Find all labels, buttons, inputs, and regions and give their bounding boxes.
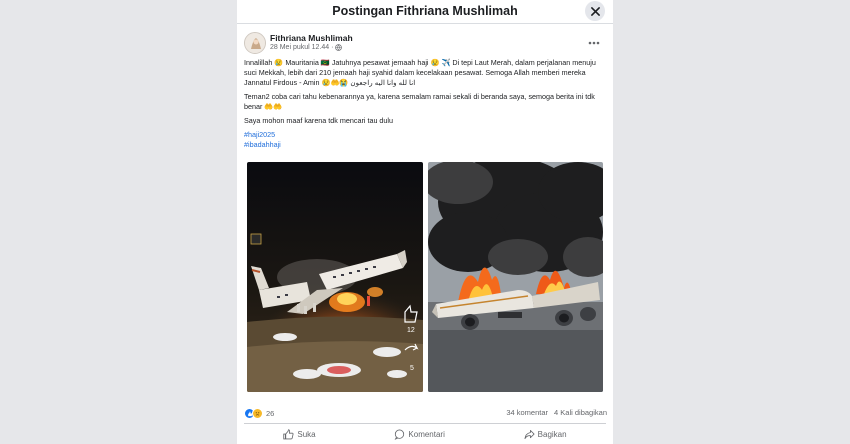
close-icon [590,6,600,16]
share-count[interactable]: 4 Kali dibagikan [554,408,607,417]
modal-header: Postingan Fithriana Mushlimah [237,0,613,24]
post-actions: Suka Komentari Bagikan [244,425,606,443]
photo-share-count: 5 [410,365,414,372]
reactions-summary[interactable]: 26 [244,408,274,419]
hashtag-link[interactable]: #haji2025 [244,130,610,140]
thumbs-up-icon [283,428,294,439]
post-stats: 34 komentar 4 Kali dibagikan [506,408,607,417]
comment-button[interactable]: Komentari [394,425,445,443]
divider [244,423,606,424]
share-icon [524,429,535,439]
share-button[interactable]: Bagikan [524,425,567,443]
post-paragraph: Innalillah 😢 Mauritania 🇲🇷 Jatuhnya pesa… [244,58,596,87]
post-paragraph: Teman2 coba cari tahu kebenarannya ya, k… [244,92,595,111]
post-body: Innalillah 😢 Mauritania 🇲🇷 Jatuhnya pesa… [244,58,610,150]
comment-icon [395,429,405,440]
more-options-button[interactable] [586,36,602,50]
post-timestamp[interactable]: 28 Mei pukul 12.44 · [270,44,333,51]
share-label: Bagikan [537,429,567,439]
post-photo-right[interactable] [428,162,603,392]
post-meta: 28 Mei pukul 12.44 · [270,44,343,51]
post-photo-left[interactable]: 12 5 [247,162,423,392]
like-label: Suka [297,429,316,439]
author-name[interactable]: Fithriana Mushlimah [270,33,353,43]
sad-reaction-icon [252,408,263,419]
more-dots-icon [588,41,600,45]
comment-label: Komentari [408,429,445,439]
hashtag-link[interactable]: #ibadahhaji [244,140,610,150]
photo-like-count: 12 [407,327,415,334]
close-button[interactable] [585,1,605,21]
modal-title: Postingan Fithriana Mushlimah [332,4,518,18]
like-button[interactable]: Suka [283,425,316,443]
reaction-count: 26 [266,409,275,418]
avatar[interactable] [244,32,266,54]
post-paragraph: Saya mohon maaf karena tdk mencari tau d… [244,116,394,125]
globe-icon [335,44,343,51]
post-header: Fithriana Mushlimah 28 Mei pukul 12.44 · [244,32,606,56]
comment-count[interactable]: 34 komentar [506,408,548,417]
post-modal: Postingan Fithriana Mushlimah Fithriana … [237,0,613,444]
